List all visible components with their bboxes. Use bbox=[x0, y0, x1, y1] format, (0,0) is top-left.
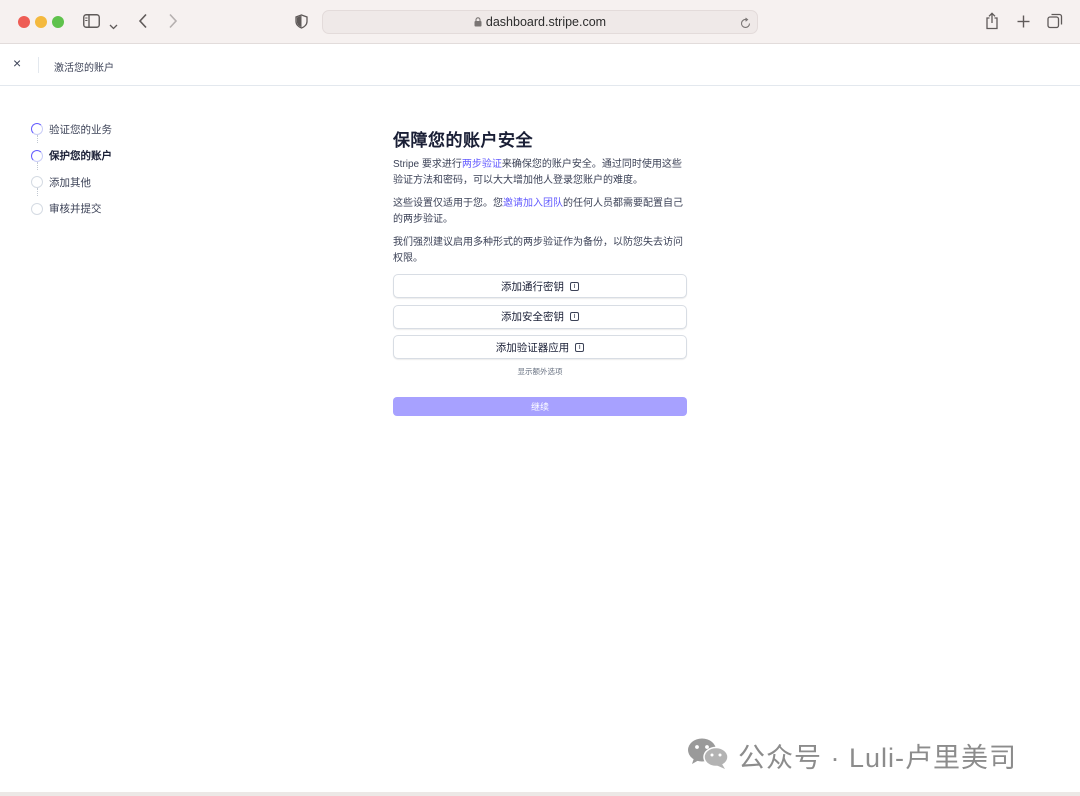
step-add-extras[interactable]: 添加其他 bbox=[31, 169, 112, 196]
invite-team-link[interactable]: 邀请加入团队 bbox=[503, 198, 563, 209]
onboarding-header: × 激活您的账户 bbox=[0, 44, 1080, 86]
zoom-window-button[interactable] bbox=[52, 16, 64, 28]
step-review-submit[interactable]: 审核并提交 bbox=[31, 196, 112, 223]
divider bbox=[38, 57, 39, 73]
browser-toolbar: dashboard.stripe.com bbox=[0, 0, 1080, 44]
page-title: 激活您的账户 bbox=[54, 63, 114, 74]
tabs-overview-icon[interactable] bbox=[1047, 13, 1063, 34]
button-label: 添加验证器应用 bbox=[495, 341, 570, 354]
step-label: 审核并提交 bbox=[49, 203, 102, 216]
step-verify-business[interactable]: 验证您的业务 bbox=[31, 116, 112, 143]
onboarding-stepper: 验证您的业务 保护您的账户 添加其他 审核并提交 bbox=[31, 116, 112, 222]
step-label: 保护您的账户 bbox=[49, 150, 112, 163]
close-window-button[interactable] bbox=[18, 16, 30, 28]
minimize-window-button[interactable] bbox=[35, 16, 47, 28]
info-icon[interactable]: i bbox=[575, 342, 585, 352]
step-label: 添加其他 bbox=[49, 176, 91, 189]
url-text: dashboard.stripe.com bbox=[485, 15, 607, 29]
chevron-down-icon[interactable] bbox=[109, 17, 118, 35]
info-icon[interactable]: i bbox=[570, 312, 579, 321]
intro-text: Stripe 要求进行 bbox=[393, 159, 462, 170]
reload-icon[interactable] bbox=[740, 16, 751, 34]
step-pending-icon bbox=[31, 202, 43, 215]
lock-icon bbox=[474, 16, 482, 30]
wechat-icon bbox=[686, 736, 730, 775]
team-text: 这些设置仅适用于您。您 bbox=[393, 198, 503, 209]
add-authenticator-app-button[interactable]: 添加验证器应用 i bbox=[393, 335, 687, 359]
share-icon[interactable] bbox=[985, 12, 999, 35]
security-form: 保障您的账户安全 Stripe 要求进行两步验证来确保您的账户安全。通过同时使用… bbox=[393, 126, 687, 416]
close-icon[interactable]: × bbox=[13, 55, 21, 71]
step-progress-icon bbox=[31, 149, 43, 162]
new-tab-icon[interactable] bbox=[1017, 15, 1030, 33]
team-paragraph: 这些设置仅适用于您。您邀请加入团队的任何人员都需要配置自己的两步验证。 bbox=[393, 196, 687, 227]
back-icon[interactable] bbox=[138, 13, 148, 34]
watermark: 公众号 · Luli-卢里美司 bbox=[686, 736, 1017, 775]
forward-icon[interactable] bbox=[168, 13, 178, 34]
info-icon[interactable]: i bbox=[570, 281, 579, 291]
step-secure-account[interactable]: 保护您的账户 bbox=[31, 143, 112, 170]
button-label: 添加通行密钥 bbox=[501, 280, 564, 293]
form-heading: 保障您的账户安全 bbox=[393, 131, 533, 150]
intro-paragraph: Stripe 要求进行两步验证来确保您的账户安全。通过同时使用这些验证方法和密码… bbox=[393, 157, 687, 188]
add-passkey-button[interactable]: 添加通行密钥 i bbox=[393, 274, 687, 298]
step-label: 验证您的业务 bbox=[49, 123, 112, 136]
button-label: 添加安全密钥 bbox=[501, 311, 564, 323]
address-bar[interactable]: dashboard.stripe.com bbox=[322, 10, 758, 34]
two-step-link[interactable]: 两步验证 bbox=[462, 159, 502, 170]
add-security-key-button[interactable]: 添加安全密钥 i bbox=[393, 304, 687, 329]
step-pending-icon bbox=[31, 176, 43, 189]
backup-paragraph: 我们强烈建议启用多种形式的两步验证作为备份，以防您失去访问权限。 bbox=[393, 237, 683, 264]
continue-button[interactable]: 继续 bbox=[393, 397, 687, 416]
watermark-text: 公众号 · Luli-卢里美司 bbox=[738, 743, 1018, 773]
show-more-options-link[interactable]: 显示额外选项 bbox=[393, 366, 687, 377]
step-progress-icon bbox=[31, 123, 43, 136]
window-bottom-edge bbox=[0, 792, 1080, 796]
sidebar-icon[interactable] bbox=[83, 14, 100, 33]
shield-icon[interactable] bbox=[295, 14, 308, 34]
